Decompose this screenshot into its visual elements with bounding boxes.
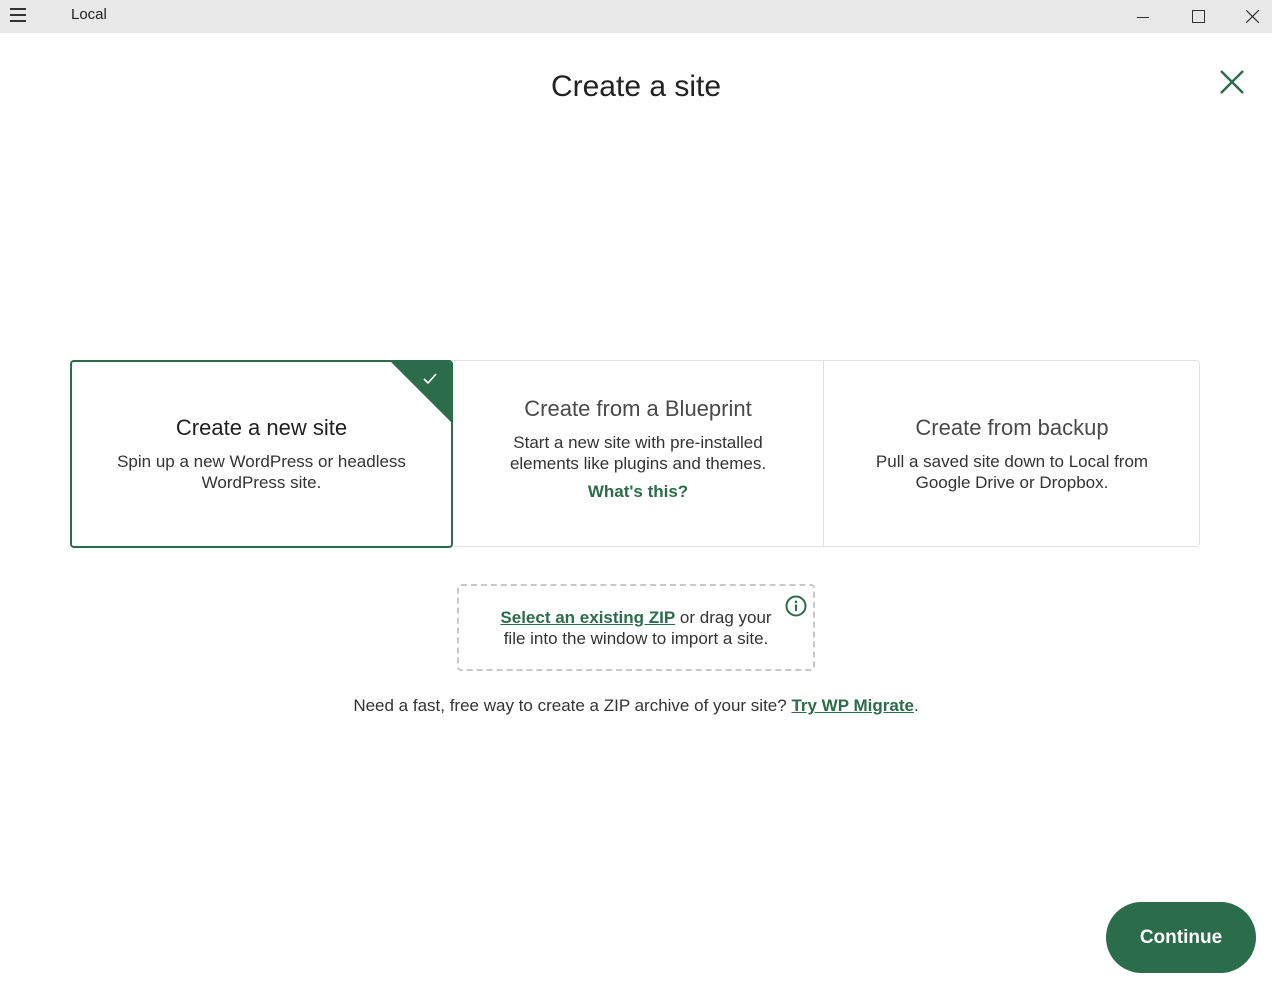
select-zip-link[interactable]: Select an existing ZIP	[500, 608, 675, 627]
continue-button[interactable]: Continue	[1106, 902, 1256, 973]
close-x-icon[interactable]	[1216, 66, 1248, 98]
option-title: Create from a Blueprint	[524, 395, 752, 421]
option-description: Spin up a new WordPress or headless Word…	[117, 452, 406, 492]
site-creation-options: Create a new site Spin up a new WordPres…	[70, 360, 1200, 548]
option-create-from-blueprint[interactable]: Create from a Blueprint Start a new site…	[453, 361, 824, 546]
selected-corner-badge	[390, 362, 451, 423]
migrate-text: Need a fast, free way to create a ZIP ar…	[353, 696, 792, 715]
option-title: Create a new site	[175, 415, 348, 440]
try-wp-migrate-link[interactable]: Try WP Migrate	[791, 696, 914, 715]
migrate-suffix: .	[913, 696, 919, 715]
option-title: Create from backup	[915, 414, 1109, 440]
hamburger-menu-icon[interactable]	[10, 8, 26, 22]
page-title: Create a site	[550, 70, 722, 103]
maximize-icon[interactable]	[1175, 0, 1221, 33]
option-description: Start a new site with pre-installed elem…	[509, 432, 767, 473]
zip-dropzone[interactable]: Select an existing ZIP or drag your file…	[457, 584, 815, 671]
option-description: Pull a saved site down to Local from Goo…	[875, 451, 1149, 492]
checkmark-icon	[423, 373, 437, 385]
whats-this-link[interactable]: What's this?	[588, 482, 688, 502]
minimize-icon[interactable]	[1120, 0, 1166, 33]
info-icon[interactable]	[785, 595, 807, 617]
close-icon[interactable]	[1229, 0, 1272, 33]
option-create-from-backup[interactable]: Create from backup Pull a saved site dow…	[824, 361, 1200, 546]
app-name: Local	[71, 6, 107, 23]
option-create-new-site[interactable]: Create a new site Spin up a new WordPres…	[70, 360, 453, 548]
migrate-note: Need a fast, free way to create a ZIP ar…	[0, 696, 1272, 716]
title-bar: Local	[0, 0, 1272, 33]
